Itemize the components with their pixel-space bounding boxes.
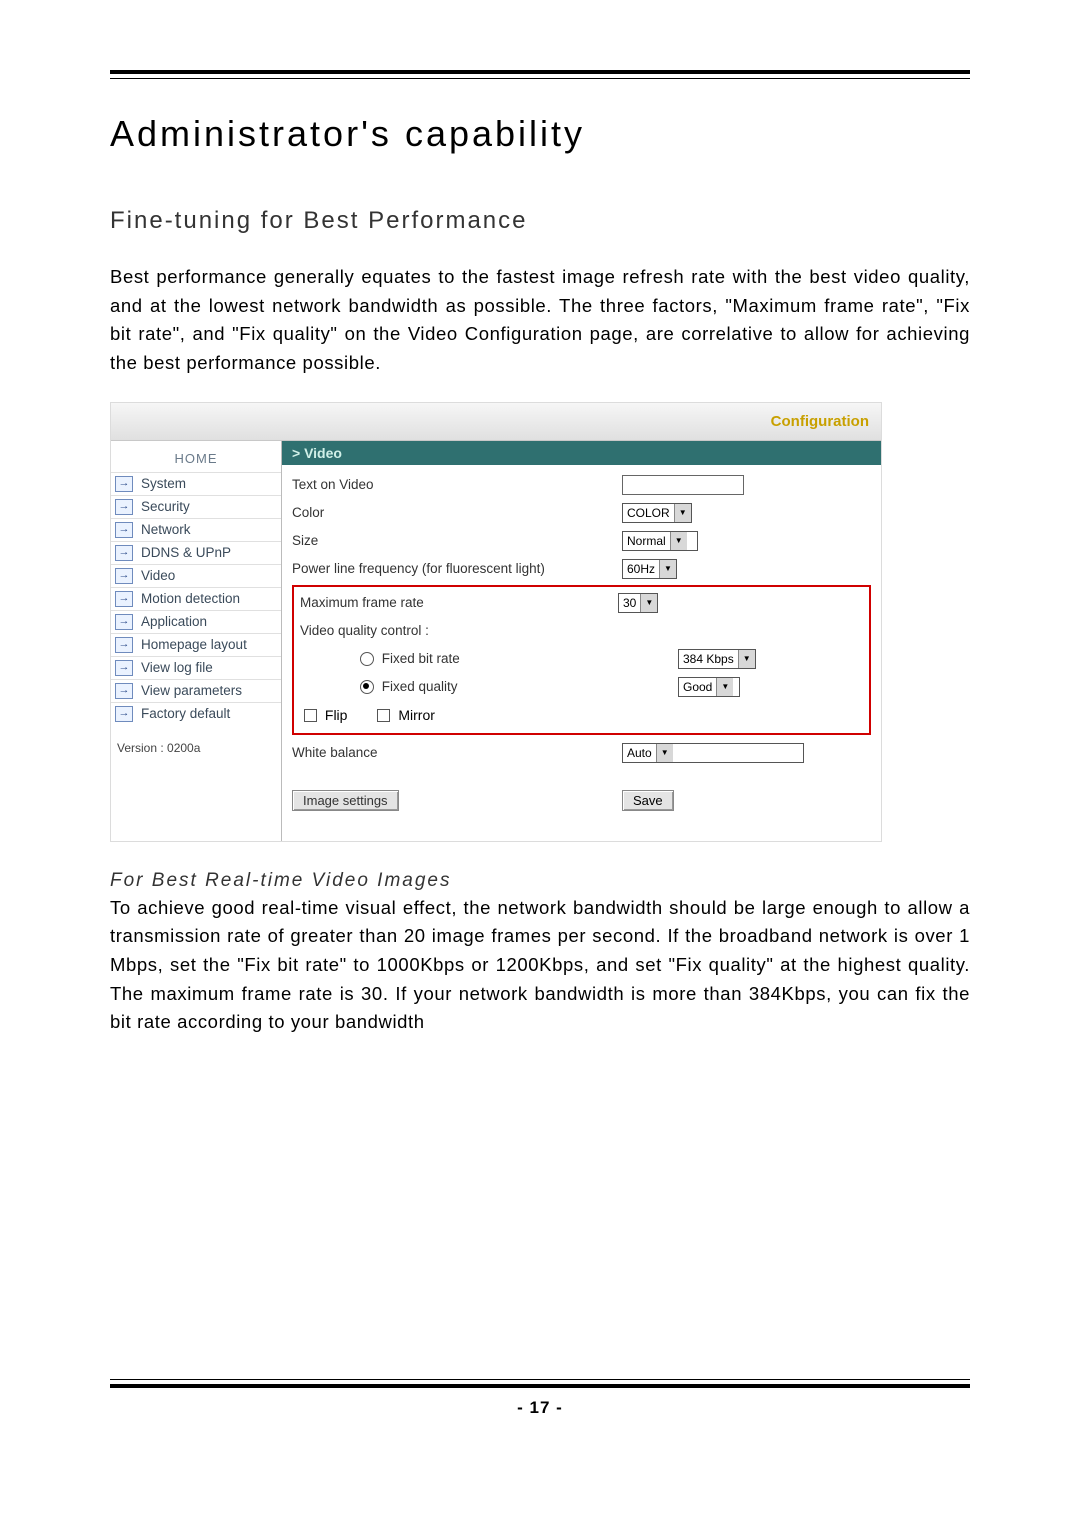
sidebar-item-application[interactable]: → Application <box>111 610 281 633</box>
checkbox-flip-label: Flip <box>325 707 348 723</box>
sidebar-item-motion-detection[interactable]: → Motion detection <box>111 587 281 610</box>
realtime-paragraph: To achieve good real-time visual effect,… <box>110 894 970 1037</box>
select-fixed-bitrate-value: 384 Kbps <box>679 650 738 668</box>
input-text-on-video[interactable] <box>622 475 744 495</box>
chevron-down-icon: ▼ <box>716 678 733 696</box>
sidebar-item-label: Factory default <box>141 706 230 721</box>
select-max-frame-rate[interactable]: 30 ▼ <box>618 593 658 613</box>
select-fixed-bitrate[interactable]: 384 Kbps ▼ <box>678 649 756 669</box>
checkbox-icon <box>304 709 317 722</box>
arrow-right-icon: → <box>115 568 133 584</box>
radio-fixed-bitrate-label: Fixed bit rate <box>382 651 460 666</box>
sidebar-item-factory-default[interactable]: → Factory default <box>111 702 281 725</box>
label-white-balance: White balance <box>292 745 622 760</box>
chevron-down-icon: ▼ <box>656 744 673 762</box>
sidebar-item-label: View parameters <box>141 683 242 698</box>
config-header-label: Configuration <box>111 403 881 441</box>
label-color: Color <box>292 505 622 520</box>
select-max-frame-rate-value: 30 <box>619 594 640 612</box>
label-max-frame-rate: Maximum frame rate <box>300 595 618 610</box>
sidebar-home[interactable]: HOME <box>111 441 281 472</box>
select-size-value: Normal <box>623 532 670 550</box>
arrow-right-icon: → <box>115 637 133 653</box>
sidebar-item-homepage-layout[interactable]: → Homepage layout <box>111 633 281 656</box>
arrow-right-icon: → <box>115 476 133 492</box>
select-white-balance-value: Auto <box>623 744 656 762</box>
sidebar-item-system[interactable]: → System <box>111 472 281 495</box>
select-white-balance[interactable]: Auto ▼ <box>622 743 804 763</box>
sidebar-item-label: Motion detection <box>141 591 240 606</box>
sidebar-item-label: Network <box>141 522 191 537</box>
top-divider <box>110 70 970 79</box>
radio-icon-selected <box>360 680 374 694</box>
label-size: Size <box>292 533 622 548</box>
select-color-value: COLOR <box>623 504 674 522</box>
config-sidebar: HOME → System → Security → Network → DDN… <box>111 441 282 841</box>
arrow-right-icon: → <box>115 683 133 699</box>
sidebar-item-video[interactable]: → Video <box>111 564 281 587</box>
arrow-right-icon: → <box>115 545 133 561</box>
arrow-right-icon: → <box>115 522 133 538</box>
select-size[interactable]: Normal ▼ <box>622 531 698 551</box>
chevron-down-icon: ▼ <box>659 560 676 578</box>
arrow-right-icon: → <box>115 499 133 515</box>
checkbox-mirror-label: Mirror <box>398 707 435 723</box>
config-screenshot: Configuration HOME → System → Security →… <box>110 402 882 842</box>
chevron-down-icon: ▼ <box>674 504 691 522</box>
sidebar-item-security[interactable]: → Security <box>111 495 281 518</box>
select-color[interactable]: COLOR ▼ <box>622 503 692 523</box>
select-fixed-quality[interactable]: Good ▼ <box>678 677 740 697</box>
label-video-quality-control: Video quality control : <box>300 623 618 638</box>
sidebar-item-label: Video <box>141 568 175 583</box>
page-number: - 17 - <box>110 1398 970 1418</box>
chevron-down-icon: ▼ <box>670 532 687 550</box>
content-banner: > Video <box>282 441 881 465</box>
save-button[interactable]: Save <box>622 790 674 811</box>
sidebar-item-ddns-upnp[interactable]: → DDNS & UPnP <box>111 541 281 564</box>
radio-fixed-bitrate[interactable]: Fixed bit rate <box>300 651 678 666</box>
select-fixed-quality-value: Good <box>679 678 716 696</box>
arrow-right-icon: → <box>115 614 133 630</box>
config-content: > Video Text on Video Color COLOR ▼ <box>282 441 881 841</box>
sidebar-item-network[interactable]: → Network <box>111 518 281 541</box>
arrow-right-icon: → <box>115 706 133 722</box>
label-text-on-video: Text on Video <box>292 477 622 492</box>
realtime-heading: For Best Real-time Video Images <box>110 870 970 892</box>
sidebar-item-label: DDNS & UPnP <box>141 545 231 560</box>
radio-icon <box>360 652 374 666</box>
select-freq[interactable]: 60Hz ▼ <box>622 559 677 579</box>
chevron-down-icon: ▼ <box>640 594 657 612</box>
sidebar-item-label: System <box>141 476 186 491</box>
arrow-right-icon: → <box>115 591 133 607</box>
select-freq-value: 60Hz <box>623 560 659 578</box>
sidebar-item-label: Homepage layout <box>141 637 247 652</box>
sidebar-item-view-log-file[interactable]: → View log file <box>111 656 281 679</box>
sidebar-item-label: Application <box>141 614 207 629</box>
intro-paragraph: Best performance generally equates to th… <box>110 263 970 378</box>
sidebar-item-label: View log file <box>141 660 213 675</box>
image-settings-button[interactable]: Image settings <box>292 790 399 811</box>
sidebar-item-label: Security <box>141 499 190 514</box>
label-freq: Power line frequency (for fluorescent li… <box>292 561 622 576</box>
highlight-box: Maximum frame rate 30 ▼ Video quality co… <box>292 585 871 735</box>
bottom-divider <box>110 1379 970 1388</box>
checkbox-flip[interactable]: Flip <box>304 707 347 723</box>
arrow-right-icon: → <box>115 660 133 676</box>
section-subtitle: Fine-tuning for Best Performance <box>110 207 970 235</box>
sidebar-version: Version : 0200a <box>111 725 281 761</box>
checkbox-icon <box>377 709 390 722</box>
radio-fixed-quality-label: Fixed quality <box>382 679 458 694</box>
sidebar-item-view-parameters[interactable]: → View parameters <box>111 679 281 702</box>
checkbox-mirror[interactable]: Mirror <box>377 707 434 723</box>
page-title: Administrator's capability <box>110 113 970 155</box>
chevron-down-icon: ▼ <box>738 650 755 668</box>
radio-fixed-quality[interactable]: Fixed quality <box>300 679 678 694</box>
